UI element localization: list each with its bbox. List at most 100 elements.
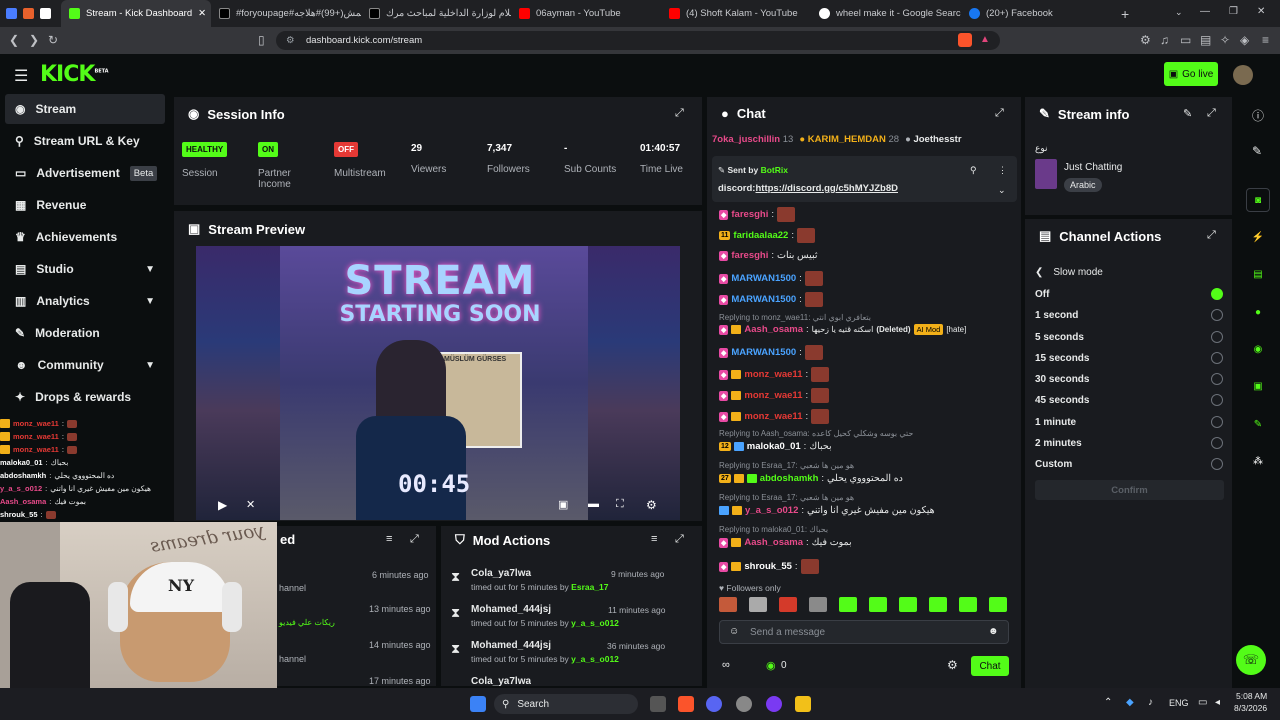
fullscreen-icon[interactable]: ⛶ bbox=[616, 498, 624, 511]
emote-icon[interactable] bbox=[899, 597, 917, 612]
filter-icon[interactable]: ≡ bbox=[651, 533, 657, 545]
sidebar-item-revenue[interactable]: ▦ Revenue bbox=[5, 190, 165, 220]
expand-icon[interactable]: ⤢ bbox=[675, 107, 684, 120]
slow-option-1s[interactable]: 1 second bbox=[1035, 310, 1078, 321]
discord-icon[interactable] bbox=[706, 696, 722, 712]
url-field[interactable]: ⚙ dashboard.kick.com/stream bbox=[276, 31, 1000, 50]
unpin-icon[interactable]: ⚲ bbox=[970, 165, 977, 176]
sidebar-item-moderation[interactable]: ✎ Moderation bbox=[5, 318, 165, 348]
expand-icon[interactable]: ⤢ bbox=[675, 533, 684, 546]
emote-icon[interactable] bbox=[719, 597, 737, 612]
emote-icon[interactable] bbox=[809, 597, 827, 612]
expand-icon[interactable]: ⤢ bbox=[995, 107, 1004, 120]
slow-option-1m[interactable]: 1 minute bbox=[1035, 417, 1076, 428]
radio-5s[interactable] bbox=[1211, 331, 1223, 343]
brave-icon[interactable] bbox=[678, 696, 694, 712]
forward-icon[interactable]: ❯ bbox=[29, 33, 39, 47]
radio-15s[interactable] bbox=[1211, 352, 1223, 364]
theater-icon[interactable]: ▬ bbox=[588, 498, 599, 510]
pencil-icon[interactable]: ✎ bbox=[1252, 144, 1262, 158]
sidebar-item-studio[interactable]: ▤ Studio ▼ bbox=[5, 254, 165, 284]
slow-option-30s[interactable]: 30 seconds bbox=[1035, 374, 1089, 385]
emote-icon[interactable] bbox=[839, 597, 857, 612]
mod-action-user[interactable]: Cola_ya7lwa bbox=[471, 676, 531, 686]
wifi-icon[interactable]: ▭ bbox=[1198, 697, 1207, 708]
settings-icon[interactable]: ⚙ bbox=[947, 658, 958, 672]
discord-link[interactable]: https://discord.gg/c5hMYJZb8D bbox=[755, 183, 898, 194]
slow-option-2m[interactable]: 2 minutes bbox=[1035, 438, 1082, 449]
tray-app-icon[interactable]: ◆ bbox=[1126, 697, 1134, 708]
menu-icon[interactable]: ≡ bbox=[1262, 33, 1269, 47]
confirm-button[interactable]: Confirm bbox=[1035, 480, 1224, 500]
gifter-item[interactable]: 7oka_juschillin 13 bbox=[712, 134, 793, 150]
emote-icon[interactable] bbox=[989, 597, 1007, 612]
tab-facebook[interactable]: (20+) Facebook bbox=[961, 0, 1111, 27]
tab-google-search[interactable]: wheel make it - Google Search bbox=[811, 0, 961, 27]
emote-icon[interactable] bbox=[929, 597, 947, 612]
gifter-item[interactable]: ● Joethesstr bbox=[905, 134, 961, 150]
bookmark-icon[interactable]: ▯ bbox=[258, 33, 265, 47]
language-indicator[interactable]: ENG bbox=[1169, 698, 1189, 708]
browser-menu-icon[interactable] bbox=[6, 8, 17, 19]
radio-2m[interactable] bbox=[1211, 437, 1223, 449]
app-icon[interactable] bbox=[766, 696, 782, 712]
close-icon[interactable]: ✕ bbox=[198, 8, 206, 19]
tray-chevron-icon[interactable]: ⌃ bbox=[1104, 697, 1112, 708]
mute-icon[interactable]: ✕ bbox=[246, 498, 255, 511]
file-explorer-icon[interactable] bbox=[795, 696, 811, 712]
rail-panel-button[interactable]: ▣ bbox=[1246, 374, 1270, 398]
minimize-icon[interactable]: — bbox=[1200, 6, 1210, 17]
brave-shield-icon[interactable] bbox=[958, 33, 972, 47]
slow-option-custom[interactable]: Custom bbox=[1035, 459, 1072, 470]
reply-context[interactable]: Replying to monz_wae11: بتعافري ابوي انت… bbox=[719, 313, 871, 322]
radio-custom[interactable] bbox=[1211, 458, 1223, 470]
edit-icon[interactable]: ✎ bbox=[1183, 107, 1192, 120]
sidebar-item-stream-url-key[interactable]: ⚲ Stream URL & Key bbox=[5, 126, 165, 156]
reply-context[interactable]: Replying to maloka0_01: بحباك bbox=[719, 525, 828, 534]
rail-wrench-button[interactable]: ✎ bbox=[1246, 412, 1270, 436]
category-name[interactable]: Just Chatting bbox=[1064, 162, 1122, 173]
wallet-icon[interactable]: ▤ bbox=[1200, 33, 1211, 47]
extensions-icon[interactable]: ⚙ bbox=[1140, 33, 1151, 47]
avatar[interactable] bbox=[1233, 65, 1253, 85]
expand-icon[interactable]: ⤢ bbox=[410, 533, 419, 546]
rail-group-button[interactable]: ⁂ bbox=[1246, 449, 1270, 473]
radio-1s[interactable] bbox=[1211, 309, 1223, 321]
slow-option-45s[interactable]: 45 seconds bbox=[1035, 395, 1089, 406]
emote-icon[interactable] bbox=[959, 597, 977, 612]
emote-picker-icon[interactable]: ☺ bbox=[729, 626, 739, 637]
sidebar-item-community[interactable]: ☻ Community ▼ bbox=[5, 350, 165, 380]
reply-context[interactable]: Replying to Esraa_17: هو مين ها شعبي bbox=[719, 461, 854, 470]
maximize-icon[interactable]: ❐ bbox=[1229, 6, 1238, 17]
reload-icon[interactable]: ↻ bbox=[48, 33, 58, 47]
filter-icon[interactable]: ≡ bbox=[386, 533, 392, 545]
rail-broadcast-button[interactable]: ◉ bbox=[1246, 337, 1270, 361]
chat-input[interactable]: ☺ Send a message ☻ bbox=[719, 620, 1009, 644]
window-close-icon[interactable]: ✕ bbox=[1257, 6, 1265, 17]
mod-action-user[interactable]: Mohamed_444jsj bbox=[471, 640, 551, 651]
pinned-tab-icon[interactable] bbox=[23, 8, 34, 19]
reply-context[interactable]: Replying to Esraa_17: هو مين ها شعبي bbox=[719, 493, 854, 502]
tab-tiktok[interactable]: #foryoupage#عمش(+99)#هلاجه bbox=[211, 0, 361, 27]
expand-icon[interactable]: ⤢ bbox=[1207, 107, 1216, 120]
slow-option-15s[interactable]: 15 seconds bbox=[1035, 353, 1089, 364]
emoji-icon[interactable]: ☻ bbox=[988, 626, 999, 637]
gifter-item[interactable]: ● KARIM_HEMDAN 28 bbox=[799, 134, 899, 150]
reply-context[interactable]: Replying to Aash_osama: حتي بوسه وشكلي ك… bbox=[719, 429, 913, 438]
chevron-down-icon[interactable]: ⌄ bbox=[998, 185, 1006, 196]
sidebar-item-advertisement[interactable]: ▭ Advertisement Beta bbox=[5, 158, 165, 188]
volume-icon[interactable]: ◂ bbox=[1215, 697, 1220, 708]
leo-icon[interactable]: ✧ bbox=[1220, 33, 1230, 47]
help-button[interactable]: ☏ bbox=[1236, 645, 1266, 675]
channel-points-icon[interactable]: ∞ bbox=[722, 659, 730, 671]
clock-date[interactable]: 8/3/2026 bbox=[1234, 703, 1267, 713]
rail-chat-button[interactable]: ● bbox=[1246, 300, 1270, 324]
kicks-icon[interactable]: ◉ bbox=[766, 659, 776, 672]
emote-icon[interactable] bbox=[869, 597, 887, 612]
kick-logo[interactable]: KICKBETA bbox=[40, 62, 109, 87]
rail-lightning-button[interactable]: ⚡ bbox=[1246, 225, 1270, 249]
mod-action-user[interactable]: Mohamed_444jsj bbox=[471, 604, 551, 615]
play-icon[interactable]: ▶ bbox=[218, 498, 227, 512]
sidebar-toggle-icon[interactable]: ▭ bbox=[1180, 33, 1191, 47]
sidebar-item-analytics[interactable]: ▥ Analytics ▼ bbox=[5, 286, 165, 316]
